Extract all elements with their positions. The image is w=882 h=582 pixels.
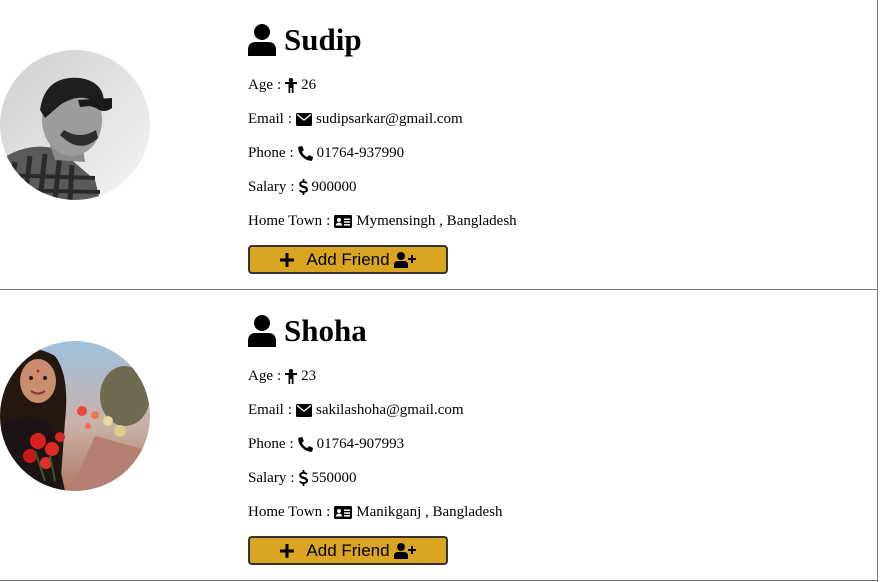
- email-value: sakilashoha@gmail.com: [316, 402, 464, 418]
- hometown-value: Mymensingh , Bangladesh: [356, 213, 517, 229]
- user-icon: [248, 24, 276, 56]
- hometown-label: Home Town: [248, 213, 323, 229]
- hometown-field: Home Town: Manikganj , Bangladesh: [248, 495, 848, 529]
- email-value: sudipsarkar@gmail.com: [316, 111, 463, 127]
- email-field: Email: sudipsarkar@gmail.com: [248, 102, 848, 136]
- add-friend-label: Add Friend: [306, 249, 390, 269]
- salary-field: Salary: 550000: [248, 461, 848, 495]
- phone-label: Phone: [248, 436, 286, 452]
- child-icon: [285, 77, 298, 93]
- id-card-icon: [334, 214, 353, 228]
- plus-icon: [280, 252, 295, 267]
- age-label: Age: [248, 368, 273, 384]
- user-plus-icon: [393, 542, 416, 559]
- hometown-label: Home Town: [248, 504, 323, 520]
- child-icon: [285, 368, 298, 384]
- age-field: Age: 23: [248, 359, 848, 393]
- plus-icon: [280, 543, 295, 558]
- phone-icon: [297, 436, 313, 452]
- envelope-icon: [296, 403, 312, 417]
- id-card-icon: [334, 505, 353, 519]
- phone-field: Phone: 01764-937990: [248, 136, 848, 170]
- avatar: [0, 341, 150, 491]
- email-label: Email: [248, 402, 284, 418]
- envelope-icon: [296, 112, 312, 126]
- profile-card: Sudip Age: 26 Email: sudipsarkar@gmail.c…: [0, 0, 878, 290]
- avatar: [0, 50, 150, 200]
- profile-info: Sudip Age: 26 Email: sudipsarkar@gmail.c…: [248, 20, 848, 274]
- add-friend-button[interactable]: Add Friend: [248, 245, 448, 274]
- age-field: Age: 26: [248, 68, 848, 102]
- profile-card: Shoha Age: 23 Email: sakilashoha@gmail.c…: [0, 291, 878, 581]
- user-icon: [248, 315, 276, 347]
- profile-name: Sudip: [284, 22, 362, 57]
- profile-name: Shoha: [284, 313, 367, 348]
- age-value: 26: [301, 77, 317, 93]
- hometown-field: Home Town: Mymensingh , Bangladesh: [248, 204, 848, 238]
- dollar-icon: [298, 470, 308, 486]
- add-friend-button[interactable]: Add Friend: [248, 536, 448, 565]
- salary-label: Salary: [248, 470, 287, 486]
- age-label: Age: [248, 77, 273, 93]
- name-row: Sudip: [248, 20, 848, 60]
- phone-icon: [297, 145, 313, 161]
- profile-info: Shoha Age: 23 Email: sakilashoha@gmail.c…: [248, 311, 848, 565]
- salary-field: Salary: 900000: [248, 170, 848, 204]
- phone-value: 01764-937990: [316, 145, 405, 161]
- salary-value: 550000: [311, 470, 357, 486]
- salary-label: Salary: [248, 179, 287, 195]
- email-label: Email: [248, 111, 284, 127]
- add-friend-label: Add Friend: [306, 540, 390, 560]
- phone-field: Phone: 01764-907993: [248, 427, 848, 461]
- email-field: Email: sakilashoha@gmail.com: [248, 393, 848, 427]
- user-plus-icon: [393, 251, 416, 268]
- hometown-value: Manikganj , Bangladesh: [356, 504, 503, 520]
- phone-value: 01764-907993: [316, 436, 405, 452]
- age-value: 23: [301, 368, 317, 384]
- phone-label: Phone: [248, 145, 286, 161]
- dollar-icon: [298, 179, 308, 195]
- salary-value: 900000: [311, 179, 357, 195]
- name-row: Shoha: [248, 311, 848, 351]
